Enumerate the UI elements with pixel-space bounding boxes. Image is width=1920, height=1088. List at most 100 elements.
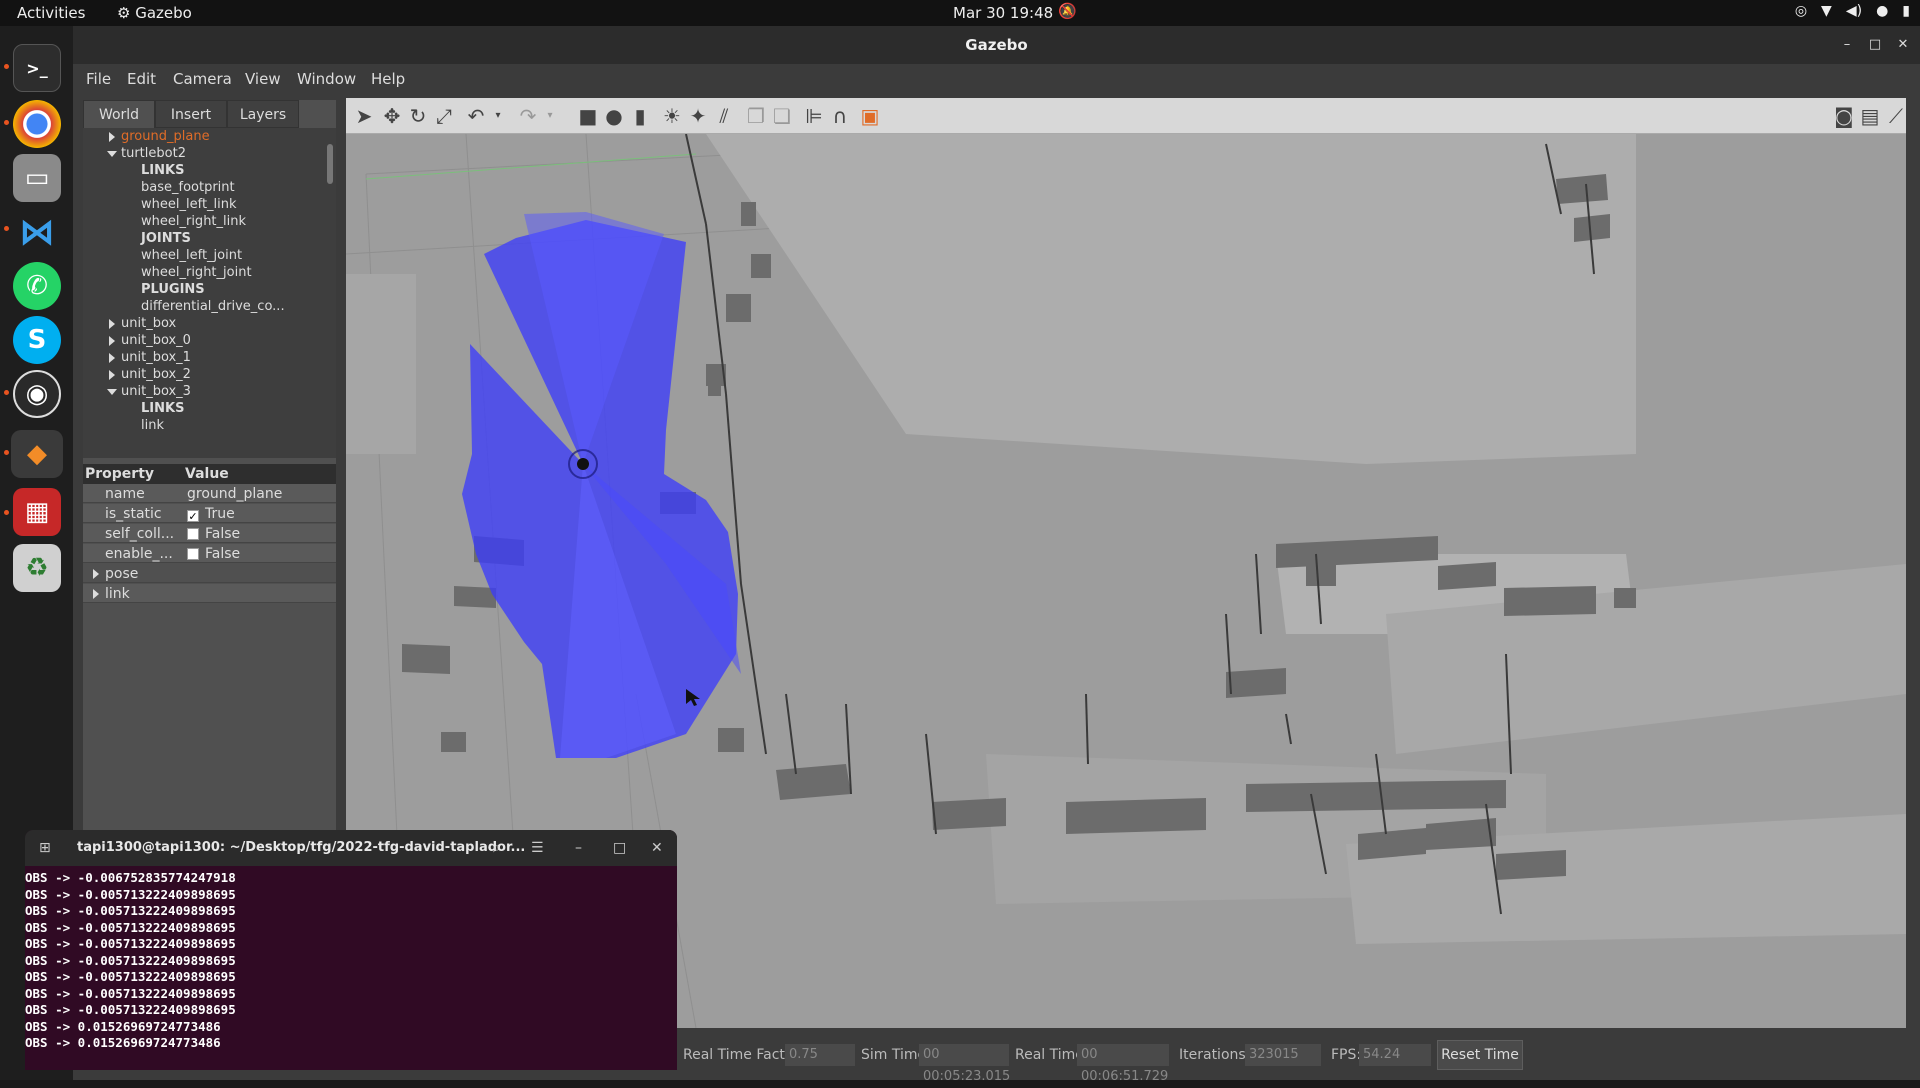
gazebo-dock-icon[interactable]: ◆ [11,430,63,478]
plot-icon[interactable]: ⟋ [1884,104,1906,128]
search-icon[interactable]: ⌕ [493,830,501,866]
expand-icon[interactable] [109,370,115,380]
enable-wind-value[interactable]: False [187,544,240,564]
property-value[interactable]: ground_plane [187,484,282,504]
terminal-icon[interactable]: >_ [13,44,61,92]
tree-item[interactable]: turtlebot2 [121,145,186,162]
collapse-icon[interactable] [107,389,117,395]
expand-icon[interactable] [109,132,115,142]
menu-file[interactable]: File [86,70,111,88]
scale-mode-icon[interactable]: ⤢ [432,104,456,128]
tree-item[interactable]: wheel_left_joint [141,247,242,264]
microphone-icon[interactable]: ● [1876,3,1888,19]
close-icon[interactable]: ✕ [1892,34,1914,56]
tree-item[interactable]: wheel_right_joint [141,264,252,281]
redo-dropdown-icon[interactable]: ▾ [538,104,562,128]
select-mode-icon[interactable]: ➤ [352,104,376,128]
vscode-icon[interactable]: ⋈ [13,208,61,256]
tree-item[interactable]: unit_box_3 [121,383,191,400]
maximize-icon[interactable]: □ [613,830,626,866]
tree-item[interactable]: unit_box_1 [121,349,191,366]
tree-item[interactable]: PLUGINS [141,281,205,298]
hamburger-menu-icon[interactable]: ☰ [531,830,544,866]
tree-item[interactable]: LINKS [141,162,184,179]
app-menu[interactable]: ⚙ Gazebo [117,4,192,22]
terminal-window[interactable]: ⊞ tapi1300@tapi1300: ~/Desktop/tfg/2022-… [25,830,677,1070]
align-icon[interactable]: ⊫ [802,104,826,128]
files-icon[interactable]: ▭ [13,154,61,202]
menu-camera[interactable]: Camera [173,70,232,88]
rviz-icon[interactable]: ▦ [13,488,61,536]
checkbox-checked-icon[interactable]: ✓ [187,510,199,522]
status-icon[interactable]: ◎ [1795,3,1807,19]
tree-item[interactable]: ground_plane [121,128,210,145]
expand-icon[interactable] [109,319,115,329]
screenshot-icon[interactable]: ◙ [1832,104,1856,128]
clock[interactable]: Mar 30 19:48 [953,4,1053,22]
redo-icon[interactable]: ↷ [516,104,540,128]
activities-button[interactable]: Activities [17,4,85,22]
is-static-value[interactable]: ✓ True [187,504,235,524]
tab-world[interactable]: World [83,100,155,128]
battery-icon[interactable]: ▮ [1902,3,1910,19]
reset-time-button[interactable]: Reset Time [1437,1040,1523,1070]
obs-icon[interactable]: ◉ [13,370,61,418]
expand-icon[interactable] [109,336,115,346]
tab-layers[interactable]: Layers [227,100,299,128]
tree-item[interactable]: wheel_right_link [141,213,246,230]
skype-icon[interactable]: S [13,316,61,364]
tree-item[interactable]: link [141,417,164,434]
menu-help[interactable]: Help [371,70,405,88]
new-tab-icon[interactable]: ⊞ [39,830,51,866]
paste-icon[interactable]: ❏ [770,104,794,128]
checkbox-unchecked-icon[interactable] [187,528,199,540]
close-icon[interactable]: ✕ [651,830,663,866]
property-group-pose[interactable]: pose [105,564,138,584]
trash-icon[interactable]: ♻ [13,544,61,592]
point-light-icon[interactable]: ☀ [660,104,684,128]
change-view-icon[interactable]: ▣ [858,104,882,128]
terminal-output[interactable]: OBS -> -0.006752835774247918 OBS -> -0.00… [25,870,677,1052]
expand-link-icon[interactable] [93,589,99,599]
undo-icon[interactable]: ↶ [464,104,488,128]
self-collide-value[interactable]: False [187,524,240,544]
tree-item[interactable]: base_footprint [141,179,235,196]
tree-item[interactable]: differential_drive_co... [141,298,285,315]
directional-light-icon[interactable]: ⫽ [712,104,736,128]
translate-mode-icon[interactable]: ✥ [380,104,404,128]
volume-icon[interactable]: ◀) [1846,3,1862,19]
cylinder-shape-icon[interactable]: ▮ [628,104,652,128]
rotate-mode-icon[interactable]: ↻ [406,104,430,128]
tree-item[interactable]: JOINTS [141,230,191,247]
box-shape-icon[interactable]: ■ [576,104,600,128]
chrome-icon[interactable] [13,100,61,148]
wifi-icon[interactable]: ▼ [1821,3,1832,19]
model-tree[interactable]: ground_plane turtlebot2 LINKS base_footprin… [83,128,336,458]
tree-scrollbar[interactable] [327,144,333,184]
copy-icon[interactable]: ❐ [744,104,768,128]
whatsapp-icon[interactable]: ✆ [13,262,61,310]
spot-light-icon[interactable]: ✦ [686,104,710,128]
snap-icon[interactable]: ∩ [828,104,852,128]
expand-pose-icon[interactable] [93,569,99,579]
log-icon[interactable]: ▤ [1858,104,1882,128]
menu-view[interactable]: View [245,70,281,88]
tree-item[interactable]: unit_box [121,315,176,332]
sphere-shape-icon[interactable]: ● [602,104,626,128]
menu-edit[interactable]: Edit [127,70,156,88]
minimize-icon[interactable]: – [575,830,582,866]
expand-icon[interactable] [109,353,115,363]
menu-window[interactable]: Window [297,70,356,88]
minimize-icon[interactable]: – [1836,34,1858,56]
tree-item[interactable]: unit_box_2 [121,366,191,383]
collapse-icon[interactable] [107,151,117,157]
maximize-icon[interactable]: □ [1864,34,1886,56]
checkbox-unchecked-icon[interactable] [187,548,199,560]
tab-insert[interactable]: Insert [155,100,227,128]
undo-dropdown-icon[interactable]: ▾ [486,104,510,128]
property-group-link[interactable]: link [105,584,130,604]
tree-item[interactable]: LINKS [141,400,184,417]
tree-item[interactable]: wheel_left_link [141,196,237,213]
system-tray[interactable]: ◎ ▼ ◀) ● ▮ [1795,3,1910,19]
tree-item[interactable]: unit_box_0 [121,332,191,349]
